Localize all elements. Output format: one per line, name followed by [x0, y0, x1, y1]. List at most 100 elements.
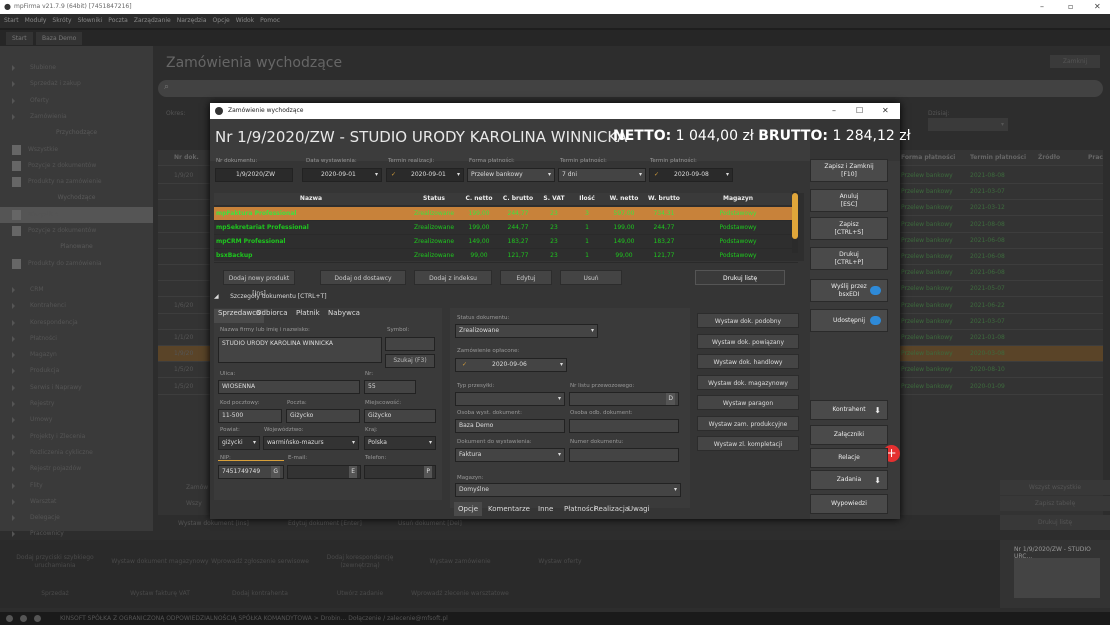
grid-row[interactable]: mpFaktura Professional Zrealizowane 199,00…: [214, 207, 798, 221]
dialog-close-icon[interactable]: ✕: [882, 103, 889, 119]
expand-arrow-icon[interactable]: [12, 417, 15, 424]
right-button[interactable]: Udostępnij: [810, 309, 888, 332]
quick-tile[interactable]: Wprowadź zgłoszenie serwisowe: [210, 548, 310, 576]
grid-row[interactable]: mpCRM Professional Zrealizowane 149,00 183,…: [214, 235, 798, 249]
email-field[interactable]: E: [287, 465, 361, 479]
sidebar-item[interactable]: Rozliczenia cykliczne: [0, 445, 153, 461]
company-name-field[interactable]: STUDIO URODY KAROLINA WINNICKA: [218, 337, 382, 363]
grid-column-header[interactable]: Nazwa: [214, 193, 408, 205]
quick-tile[interactable]: Utwórz zadanie: [310, 580, 410, 608]
grid-column-header[interactable]: Magazyn: [684, 193, 792, 205]
action-button[interactable]: Wystaw paragon: [697, 395, 799, 410]
grid-column-header[interactable]: C. brutto: [498, 193, 538, 205]
expand-arrow-icon[interactable]: [12, 466, 15, 473]
right-button-2[interactable]: Zadania ⬇: [810, 470, 888, 490]
sidebar-item[interactable]: Magazyn: [0, 347, 153, 363]
city-field[interactable]: Giżycko: [364, 409, 436, 423]
menu-item[interactable]: Start: [4, 17, 19, 24]
expand-arrow-icon[interactable]: [12, 335, 15, 342]
expand-arrow-icon[interactable]: [12, 515, 15, 522]
checkmark-icon[interactable]: ✓: [462, 359, 467, 371]
expand-arrow-icon[interactable]: [12, 113, 15, 120]
right-button[interactable]: Anuluj [ESC]: [810, 189, 888, 212]
grid-button-3[interactable]: Edytuj: [500, 270, 552, 285]
street-field[interactable]: WIOSENNA: [218, 380, 360, 394]
search-input[interactable]: ⌕: [158, 80, 1103, 97]
tab-start[interactable]: Start: [6, 32, 33, 45]
grid-column-header[interactable]: Status: [408, 193, 460, 205]
issuer-field[interactable]: Baza Demo: [455, 419, 565, 433]
grid-column-header[interactable]: W. netto: [604, 193, 644, 205]
party-tab[interactable]: Odbiorca: [252, 309, 292, 323]
expand-arrow-icon[interactable]: [12, 482, 15, 489]
sidebar-item[interactable]: Wszystkie: [0, 206, 153, 223]
right-button[interactable]: Drukuj [CTRL+P]: [810, 247, 888, 270]
calendar-dropdown-icon[interactable]: ▾: [560, 359, 563, 371]
expand-arrow-icon[interactable]: [12, 531, 15, 538]
expand-arrow-icon[interactable]: [12, 449, 15, 456]
minimize-icon[interactable]: –: [1040, 0, 1044, 14]
expand-arrow-icon[interactable]: [12, 65, 15, 71]
quick-tile[interactable]: Wprowadź zlecenie warsztatowe: [410, 580, 510, 608]
expand-arrow-icon[interactable]: [12, 384, 15, 391]
today-select[interactable]: ▾: [928, 118, 1008, 131]
number-field[interactable]: 55: [364, 380, 416, 394]
menu-item[interactable]: Pomoc: [260, 17, 280, 24]
dialog-maximize-icon[interactable]: ☐: [856, 103, 863, 119]
grid-button-5[interactable]: Drukuj listę: [695, 270, 785, 285]
action-button[interactable]: Wystaw dok. powiązany: [697, 333, 799, 349]
sidebar-item[interactable]: Sprzedaż i zakup: [0, 76, 153, 92]
phone-button[interactable]: P: [424, 466, 432, 478]
gus-button[interactable]: G: [271, 466, 280, 478]
sidebar-item[interactable]: Oferty: [0, 93, 153, 109]
grid-row[interactable]: bsxBackup Zrealizowane 99,00 121,77 23 1 99,00…: [214, 249, 798, 263]
calendar-dropdown-icon[interactable]: ▾: [457, 169, 460, 181]
sidebar-item[interactable]: Delegacje: [0, 510, 153, 526]
checkmark-icon[interactable]: ✓: [391, 169, 396, 181]
nip-field[interactable]: 7451749749 G: [218, 465, 284, 479]
paid-date-field[interactable]: ✓ 2020-09-06 ▾: [455, 358, 567, 372]
sidebar-item[interactable]: Umowy: [0, 412, 153, 428]
grid-column-header[interactable]: C. netto: [460, 193, 498, 205]
menu-item[interactable]: Słowniki: [78, 17, 103, 24]
sidebar-item[interactable]: Warsztat: [0, 494, 153, 510]
sidebar-item[interactable]: Kontrahenci: [0, 298, 153, 314]
expand-arrow-icon[interactable]: [12, 303, 15, 310]
party-tab[interactable]: Płatnik: [292, 309, 324, 323]
sidebar-item[interactable]: Zamówienia: [0, 109, 153, 125]
sidebar-item[interactable]: Projekty i Zlecenia: [0, 429, 153, 445]
bottom-tab[interactable]: Opcje: [454, 502, 483, 516]
grid-button-0[interactable]: Dodaj nowy produkt [Ins]: [223, 270, 295, 297]
waybill-field[interactable]: D: [569, 392, 679, 406]
symbol-field[interactable]: [385, 337, 435, 351]
doc-status-select[interactable]: Zrealizowane ▾: [455, 324, 598, 338]
waybill-button[interactable]: D: [666, 393, 675, 405]
expand-arrow-icon[interactable]: [12, 498, 15, 505]
expand-arrow-icon[interactable]: [12, 97, 15, 104]
action-button[interactable]: Wystaw zam. produkcyjne: [697, 415, 799, 431]
voivodeship-select[interactable]: warmińsko-mazurs ▾: [263, 436, 359, 450]
issue-date-field[interactable]: 2020-09-01 ▾: [302, 168, 382, 182]
sidebar-item[interactable]: Serwis i Naprawy: [0, 380, 153, 396]
county-select[interactable]: giżycki ▾: [218, 436, 260, 450]
quick-tile[interactable]: Wystaw dokument magazynowy: [110, 548, 210, 576]
sidebar-item[interactable]: Pozycje z dokumentów: [0, 158, 153, 174]
payment-date-field[interactable]: ✓ 2020-09-08 ▾: [649, 168, 733, 182]
select-all-button[interactable]: Wszyst wszystkie: [1000, 480, 1110, 495]
sidebar-item[interactable]: Produkty do zamówienia: [0, 256, 153, 272]
bottom-tab[interactable]: Inne: [534, 502, 557, 516]
menu-item[interactable]: Narzędzia: [177, 17, 207, 24]
right-button[interactable]: Zapisz i Zamknij [F10]: [810, 159, 888, 182]
expand-arrow-icon[interactable]: [12, 368, 15, 375]
print-list-button[interactable]: Drukuj listę: [1000, 515, 1110, 530]
warehouse-select[interactable]: Domyślne ▾: [455, 483, 681, 497]
menu-item[interactable]: Moduły: [25, 17, 47, 24]
action-button[interactable]: Wystaw dok. podobny: [697, 313, 799, 328]
email-button[interactable]: E: [349, 466, 357, 478]
expand-arrow-icon[interactable]: [12, 81, 15, 88]
expand-arrow-icon[interactable]: [12, 319, 15, 326]
tab-baza-demo[interactable]: Baza Demo: [36, 32, 83, 45]
sidebar-item[interactable]: Flity: [0, 478, 153, 494]
quick-tile[interactable]: Wystaw oferty: [510, 548, 610, 576]
country-select[interactable]: Polska ▾: [364, 436, 436, 450]
